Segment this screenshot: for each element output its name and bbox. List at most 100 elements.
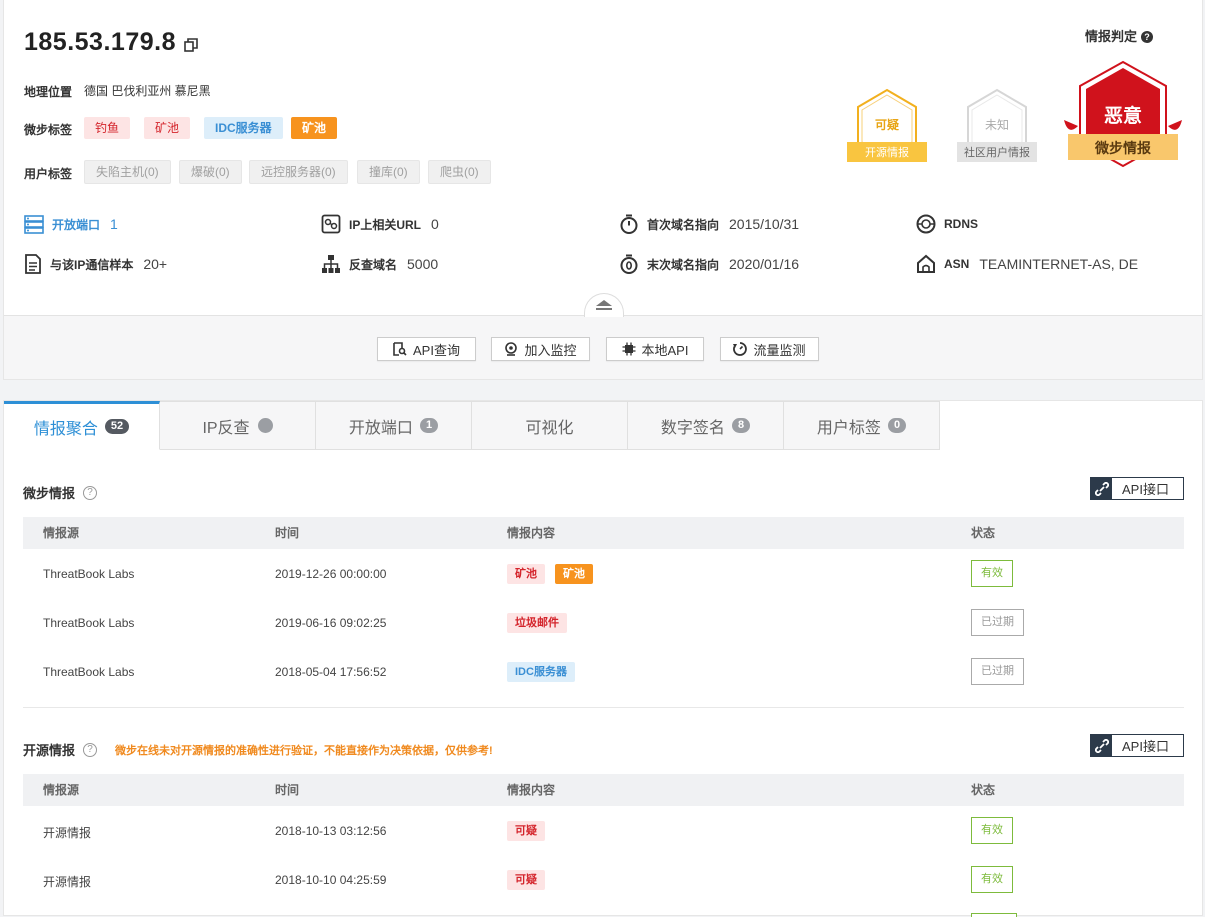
col-header: 状态 — [971, 526, 996, 540]
tab-open-ports[interactable]: 开放端口 1 — [316, 401, 472, 450]
stat-first-domain: 首次域名指向 2015/10/31 — [619, 214, 799, 234]
collapse-button[interactable] — [584, 293, 624, 317]
table-row: ThreatBook Labs 2019-06-16 09:02:25 垃圾邮件… — [23, 599, 1184, 648]
ip-address: 185.53.179.8 — [24, 28, 176, 56]
intel-tag[interactable]: 矿池 — [555, 564, 593, 584]
tab-digital-signature[interactable]: 数字签名 8 — [628, 401, 784, 450]
community-verdict-badge: 未知 社区用户情报 — [957, 88, 1037, 162]
user-tag[interactable]: 失陷主机(0) — [84, 160, 171, 184]
tab-intel-aggregation[interactable]: 情报聚合 52 — [4, 401, 160, 450]
tb-table-header: 情报源 时间 情报内容 状态 — [23, 517, 1184, 549]
stat-rdns: RDNS — [916, 214, 988, 234]
stat-label: ASN — [944, 257, 970, 271]
tb-tag[interactable]: 矿池 — [291, 117, 338, 139]
tb-tag[interactable]: 矿池 — [144, 117, 191, 139]
table-row — [23, 905, 1184, 917]
stat-open-ports[interactable]: 开放端口 1 — [24, 214, 118, 234]
intel-tag[interactable]: IDC服务器 — [507, 662, 575, 682]
tab-label: 可视化 — [525, 419, 574, 437]
stat-label: RDNS — [944, 217, 979, 231]
stopwatch-icon — [620, 214, 638, 234]
status-badge — [971, 913, 1017, 917]
home-icon — [917, 254, 935, 273]
tab-label: 用户标签 — [816, 419, 881, 437]
tab-label: 情报聚合 — [33, 420, 98, 438]
tb-tag[interactable]: IDC服务器 — [204, 117, 283, 139]
col-header: 时间 — [275, 526, 300, 540]
local-api-button[interactable]: 本地API — [606, 337, 704, 361]
tab-count-badge: 0 — [887, 418, 907, 433]
link-icon — [1091, 735, 1112, 756]
os-warning-text: 微步在线未对开源情报的准确性进行验证，不能直接作为决策依据，仅供参考! — [115, 744, 493, 757]
stat-label: 与该IP通信样本 — [50, 257, 134, 272]
tab-ip-reverse[interactable]: IP反查 — [160, 401, 316, 450]
col-header: 情报源 — [43, 783, 80, 797]
tab-user-tags[interactable]: 用户标签 0 — [784, 401, 940, 450]
help-icon[interactable]: ? — [83, 742, 98, 757]
api-query-button[interactable]: API查询 — [377, 337, 476, 361]
stat-label: 反查域名 — [349, 257, 398, 272]
tab-count-badge: 52 — [104, 419, 130, 434]
api-query-label: API查询 — [413, 342, 460, 358]
add-monitor-button[interactable]: 加入监控 — [491, 337, 590, 361]
stat-asn: ASN TEAMINTERNET-AS, DE — [916, 254, 1138, 274]
status-badge: 有效 — [971, 817, 1013, 844]
row-source: 开源情报 — [43, 826, 92, 840]
row-source: 开源情报 — [43, 875, 92, 889]
threatbook-verdict-ribbon: 微步情报 — [1094, 140, 1151, 156]
stat-value: 1 — [110, 216, 118, 232]
tab-dot-badge — [257, 418, 273, 433]
help-icon[interactable]: ? — [83, 485, 98, 500]
community-verdict-ribbon: 社区用户情报 — [964, 145, 1030, 159]
col-header: 状态 — [971, 783, 996, 797]
traffic-monitor-button[interactable]: 流量监测 — [720, 337, 819, 361]
api-button-label: API接口 — [1122, 482, 1169, 497]
tab-label: 开放端口 — [348, 419, 413, 437]
intel-tag[interactable]: 矿池 — [507, 564, 545, 584]
os-api-button[interactable]: API接口 — [1090, 734, 1184, 757]
action-bar — [4, 315, 1202, 379]
tb-api-button[interactable]: API接口 — [1090, 477, 1184, 500]
traffic-monitor-label: 流量监测 — [753, 342, 806, 358]
stat-label: 首次域名指向 — [647, 217, 720, 232]
copy-icon[interactable] — [184, 38, 198, 52]
tab-visualization[interactable]: 可视化 — [472, 401, 628, 450]
community-verdict-text: 未知 — [985, 118, 1009, 132]
status-badge: 已过期 — [971, 658, 1024, 685]
collapse-up-icon — [596, 300, 612, 310]
tab-label: IP反查 — [202, 419, 250, 437]
tab-bar: 情报聚合 52 IP反查 开放端口 1 可视化 数字签名 8 用户标签 0 — [4, 401, 940, 450]
intel-tag[interactable]: 可疑 — [507, 870, 545, 890]
user-tag[interactable]: 远控服务器(0) — [249, 160, 348, 184]
stat-samples[interactable]: 与该IP通信样本 20+ — [24, 254, 167, 274]
tb-tag[interactable]: 钓鱼 — [84, 117, 131, 139]
col-header: 时间 — [275, 783, 300, 797]
stat-reverse-domain[interactable]: 反查域名 5000 — [321, 254, 438, 274]
geo-label: 地理位置 — [24, 85, 73, 99]
stat-value: 20+ — [143, 256, 168, 272]
verdict-label-text: 情报判定 — [1085, 29, 1138, 44]
row-source: ThreatBook Labs — [43, 616, 135, 630]
stat-ip-url[interactable]: IP上相关URL 0 — [321, 214, 439, 234]
tab-label: 数字签名 — [660, 419, 725, 437]
intel-tag[interactable]: 垃圾邮件 — [507, 613, 567, 633]
tb-section-title: 微步情报? — [23, 483, 98, 502]
help-icon[interactable]: ? — [1141, 31, 1154, 43]
intel-tag[interactable]: 可疑 — [507, 821, 545, 841]
status-badge: 有效 — [971, 866, 1013, 893]
col-header: 情报内容 — [507, 783, 556, 797]
table-row: 开源情报 2018-10-13 03:12:56 可疑 有效 — [23, 807, 1184, 856]
stat-label: 开放端口 — [52, 217, 101, 232]
col-header: 情报源 — [43, 526, 80, 540]
link-box-icon — [321, 214, 341, 234]
opensource-verdict-ribbon: 开源情报 — [865, 145, 909, 159]
user-tag[interactable]: 爬虫(0) — [428, 160, 491, 184]
chip-icon — [622, 342, 636, 356]
tab-count-badge: 1 — [419, 418, 439, 433]
opensource-verdict-text: 可疑 — [875, 117, 899, 132]
api-button-label: API接口 — [1122, 739, 1169, 754]
status-badge: 已过期 — [971, 609, 1024, 636]
stat-value: 2020/01/16 — [729, 256, 800, 272]
user-tag[interactable]: 撞库(0) — [357, 160, 420, 184]
user-tag[interactable]: 爆破(0) — [179, 160, 242, 184]
